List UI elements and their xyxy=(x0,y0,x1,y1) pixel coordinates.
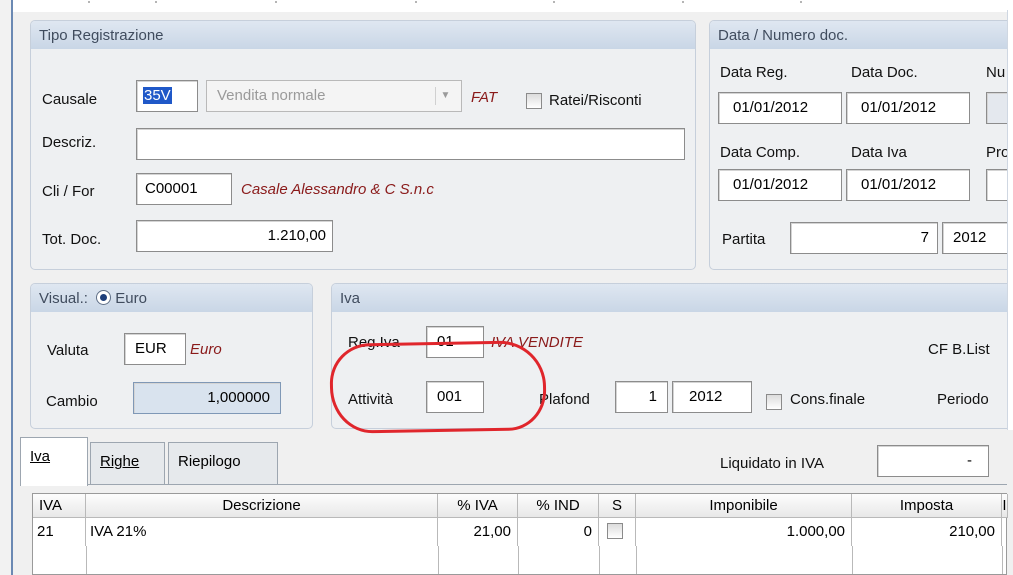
data-comp-input[interactable]: 01/01/2012 xyxy=(718,169,842,201)
valuta-name: Euro xyxy=(190,341,222,358)
visual-label: Visual.: xyxy=(39,290,88,307)
iva-grid[interactable]: IVA Descrizione % IVA % IND S Imponibile… xyxy=(32,493,1008,575)
data-comp-label: Data Comp. xyxy=(720,144,801,161)
cell-descrizione[interactable]: IVA 21% xyxy=(86,518,438,546)
causale-code-input[interactable]: 35V xyxy=(136,80,198,112)
causale-desc: Vendita normale xyxy=(217,87,326,104)
tab-riepilogo[interactable]: Riepilogo xyxy=(168,442,278,484)
cell-imposta[interactable]: 210,00 xyxy=(852,518,1002,546)
group-title: Tipo Registrazione xyxy=(31,21,695,49)
protocollo-label: Pro xyxy=(986,144,1010,161)
valuta-label: Valuta xyxy=(47,342,89,359)
euro-radio-label: Euro xyxy=(115,290,147,307)
liquidato-label: Liquidato in IVA xyxy=(720,455,824,472)
tot-doc-label: Tot. Doc. xyxy=(42,231,102,248)
causale-select[interactable]: Vendita normale ▼ xyxy=(206,80,462,112)
euro-radio[interactable] xyxy=(96,290,112,305)
ratei-checkbox[interactable] xyxy=(526,93,542,109)
descriz-input[interactable] xyxy=(136,128,685,160)
right-edge xyxy=(1007,10,1013,430)
group-title: Iva xyxy=(332,284,1013,312)
col-header-descrizione[interactable]: Descrizione xyxy=(86,494,438,518)
partita-label: Partita xyxy=(722,231,766,248)
descriz-label: Descriz. xyxy=(42,134,97,151)
causale-label: Causale xyxy=(42,91,98,108)
numero-label: Nu xyxy=(986,64,1006,81)
cons-finale-checkbox[interactable] xyxy=(766,394,782,410)
data-reg-label: Data Reg. xyxy=(720,64,788,81)
col-header-perc-ind[interactable]: % IND xyxy=(518,494,599,518)
cf-blist-label: CF B.List xyxy=(928,341,990,358)
tab-iva[interactable]: Iva xyxy=(20,437,88,486)
tab-righe[interactable]: Righe xyxy=(90,442,165,484)
cell-s[interactable] xyxy=(599,518,636,546)
plafond-year-input[interactable]: 2012 xyxy=(672,381,752,413)
plafond-num-input[interactable]: 1 xyxy=(615,381,668,413)
valuta-code-input[interactable]: EUR xyxy=(124,333,186,365)
col-header-imponibile[interactable]: Imponibile xyxy=(636,494,852,518)
s-checkbox[interactable] xyxy=(607,523,623,539)
cell-perc-iva[interactable]: 21,00 xyxy=(438,518,518,546)
cli-for-name: Casale Alessandro & C S.n.c xyxy=(241,181,434,198)
partita-year-input[interactable]: 2012 xyxy=(942,222,1008,254)
doc-type-label: FAT xyxy=(471,89,498,106)
cell-perc-ind[interactable]: 0 xyxy=(518,518,599,546)
data-iva-label: Data Iva xyxy=(851,144,907,161)
data-iva-input[interactable]: 01/01/2012 xyxy=(846,169,970,201)
data-reg-input[interactable]: 01/01/2012 xyxy=(718,92,842,124)
cons-finale-label: Cons.finale xyxy=(790,391,866,408)
cambio-input[interactable]: 1,000000 xyxy=(133,382,281,414)
group-title: Data / Numero doc. xyxy=(710,21,1013,49)
ratei-label: Ratei/Risconti xyxy=(549,92,642,109)
left-border xyxy=(11,0,13,575)
col-header-extra[interactable]: I xyxy=(1002,494,1008,518)
partita-num-input[interactable]: 7 xyxy=(790,222,938,254)
group-title-bar: Visual.: Euro xyxy=(31,284,312,312)
data-doc-label: Data Doc. xyxy=(851,64,918,81)
cli-for-code-input[interactable]: C00001 xyxy=(136,173,232,205)
highlight-circle xyxy=(329,340,547,434)
tot-doc-input[interactable]: 1.210,00 xyxy=(136,220,333,252)
data-doc-input[interactable]: 01/01/2012 xyxy=(846,92,970,124)
col-header-s[interactable]: S xyxy=(599,494,636,518)
cli-for-label: Cli / For xyxy=(42,183,95,200)
col-header-imposta[interactable]: Imposta xyxy=(852,494,1002,518)
cell-iva[interactable]: 21 xyxy=(33,518,86,546)
causale-code-value: 35V xyxy=(143,87,172,104)
col-header-iva[interactable]: IVA xyxy=(33,494,86,518)
liquidato-input[interactable]: - xyxy=(877,445,989,477)
periodo-label: Periodo xyxy=(937,391,989,408)
plafond-label: Plafond xyxy=(539,391,590,408)
cell-imponibile[interactable]: 1.000,00 xyxy=(636,518,852,546)
top-strip xyxy=(0,0,1013,12)
col-header-perc-iva[interactable]: % IVA xyxy=(438,494,518,518)
chevron-down-icon[interactable]: ▼ xyxy=(435,87,455,105)
cambio-label: Cambio xyxy=(46,393,98,410)
